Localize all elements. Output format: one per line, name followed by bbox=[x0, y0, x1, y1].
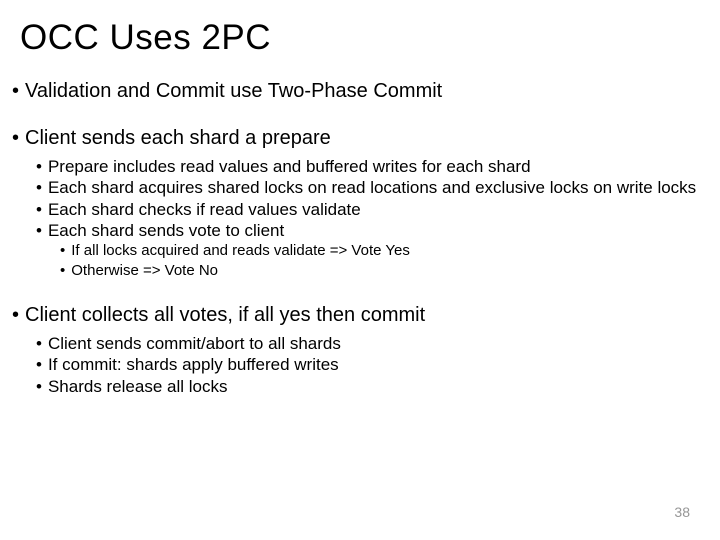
bullet-icon: • bbox=[12, 304, 19, 327]
point-2: • Client sends each shard a prepare bbox=[12, 127, 708, 150]
point-3-text: Client collects all votes, if all yes th… bbox=[25, 304, 425, 327]
point-2-2-text: Each shard acquires shared locks on read… bbox=[48, 177, 696, 198]
point-2-1-text: Prepare includes read values and buffere… bbox=[48, 156, 531, 177]
bullet-icon: • bbox=[36, 354, 42, 375]
point-2-4-text: Each shard sends vote to client bbox=[48, 220, 284, 241]
point-2-4-1-text: If all locks acquired and reads validate… bbox=[71, 241, 410, 261]
point-3-2: • If commit: shards apply buffered write… bbox=[36, 354, 708, 375]
bullet-icon: • bbox=[36, 376, 42, 397]
point-2-1: • Prepare includes read values and buffe… bbox=[36, 156, 708, 177]
point-2-text: Client sends each shard a prepare bbox=[25, 127, 331, 150]
point-3-3: • Shards release all locks bbox=[36, 376, 708, 397]
point-2-4: • Each shard sends vote to client bbox=[36, 220, 708, 241]
point-1-group: • Validation and Commit use Two-Phase Co… bbox=[12, 80, 708, 103]
bullet-icon: • bbox=[36, 177, 42, 198]
bullet-icon: • bbox=[60, 261, 65, 281]
point-2-3-text: Each shard checks if read values validat… bbox=[48, 199, 361, 220]
bullet-icon: • bbox=[60, 241, 65, 261]
point-2-2: • Each shard acquires shared locks on re… bbox=[36, 177, 708, 198]
slide-number: 38 bbox=[674, 504, 690, 520]
bullet-icon: • bbox=[36, 220, 42, 241]
point-3-group: • Client collects all votes, if all yes … bbox=[12, 304, 708, 397]
point-1-text: Validation and Commit use Two-Phase Comm… bbox=[25, 80, 442, 103]
bullet-icon: • bbox=[12, 127, 19, 150]
point-3-1-text: Client sends commit/abort to all shards bbox=[48, 333, 341, 354]
point-3-3-text: Shards release all locks bbox=[48, 376, 228, 397]
bullet-icon: • bbox=[36, 156, 42, 177]
point-3-1: • Client sends commit/abort to all shard… bbox=[36, 333, 708, 354]
point-2-4-2-text: Otherwise => Vote No bbox=[71, 261, 218, 281]
slide-title: OCC Uses 2PC bbox=[20, 18, 708, 58]
point-3-2-text: If commit: shards apply buffered writes bbox=[48, 354, 339, 375]
bullet-icon: • bbox=[36, 199, 42, 220]
point-3: • Client collects all votes, if all yes … bbox=[12, 304, 708, 327]
bullet-icon: • bbox=[36, 333, 42, 354]
point-2-4-2: • Otherwise => Vote No bbox=[60, 261, 708, 281]
point-1: • Validation and Commit use Two-Phase Co… bbox=[12, 80, 708, 103]
point-2-group: • Client sends each shard a prepare • Pr… bbox=[12, 127, 708, 280]
point-2-3: • Each shard checks if read values valid… bbox=[36, 199, 708, 220]
bullet-icon: • bbox=[12, 80, 19, 103]
point-2-4-1: • If all locks acquired and reads valida… bbox=[60, 241, 708, 261]
